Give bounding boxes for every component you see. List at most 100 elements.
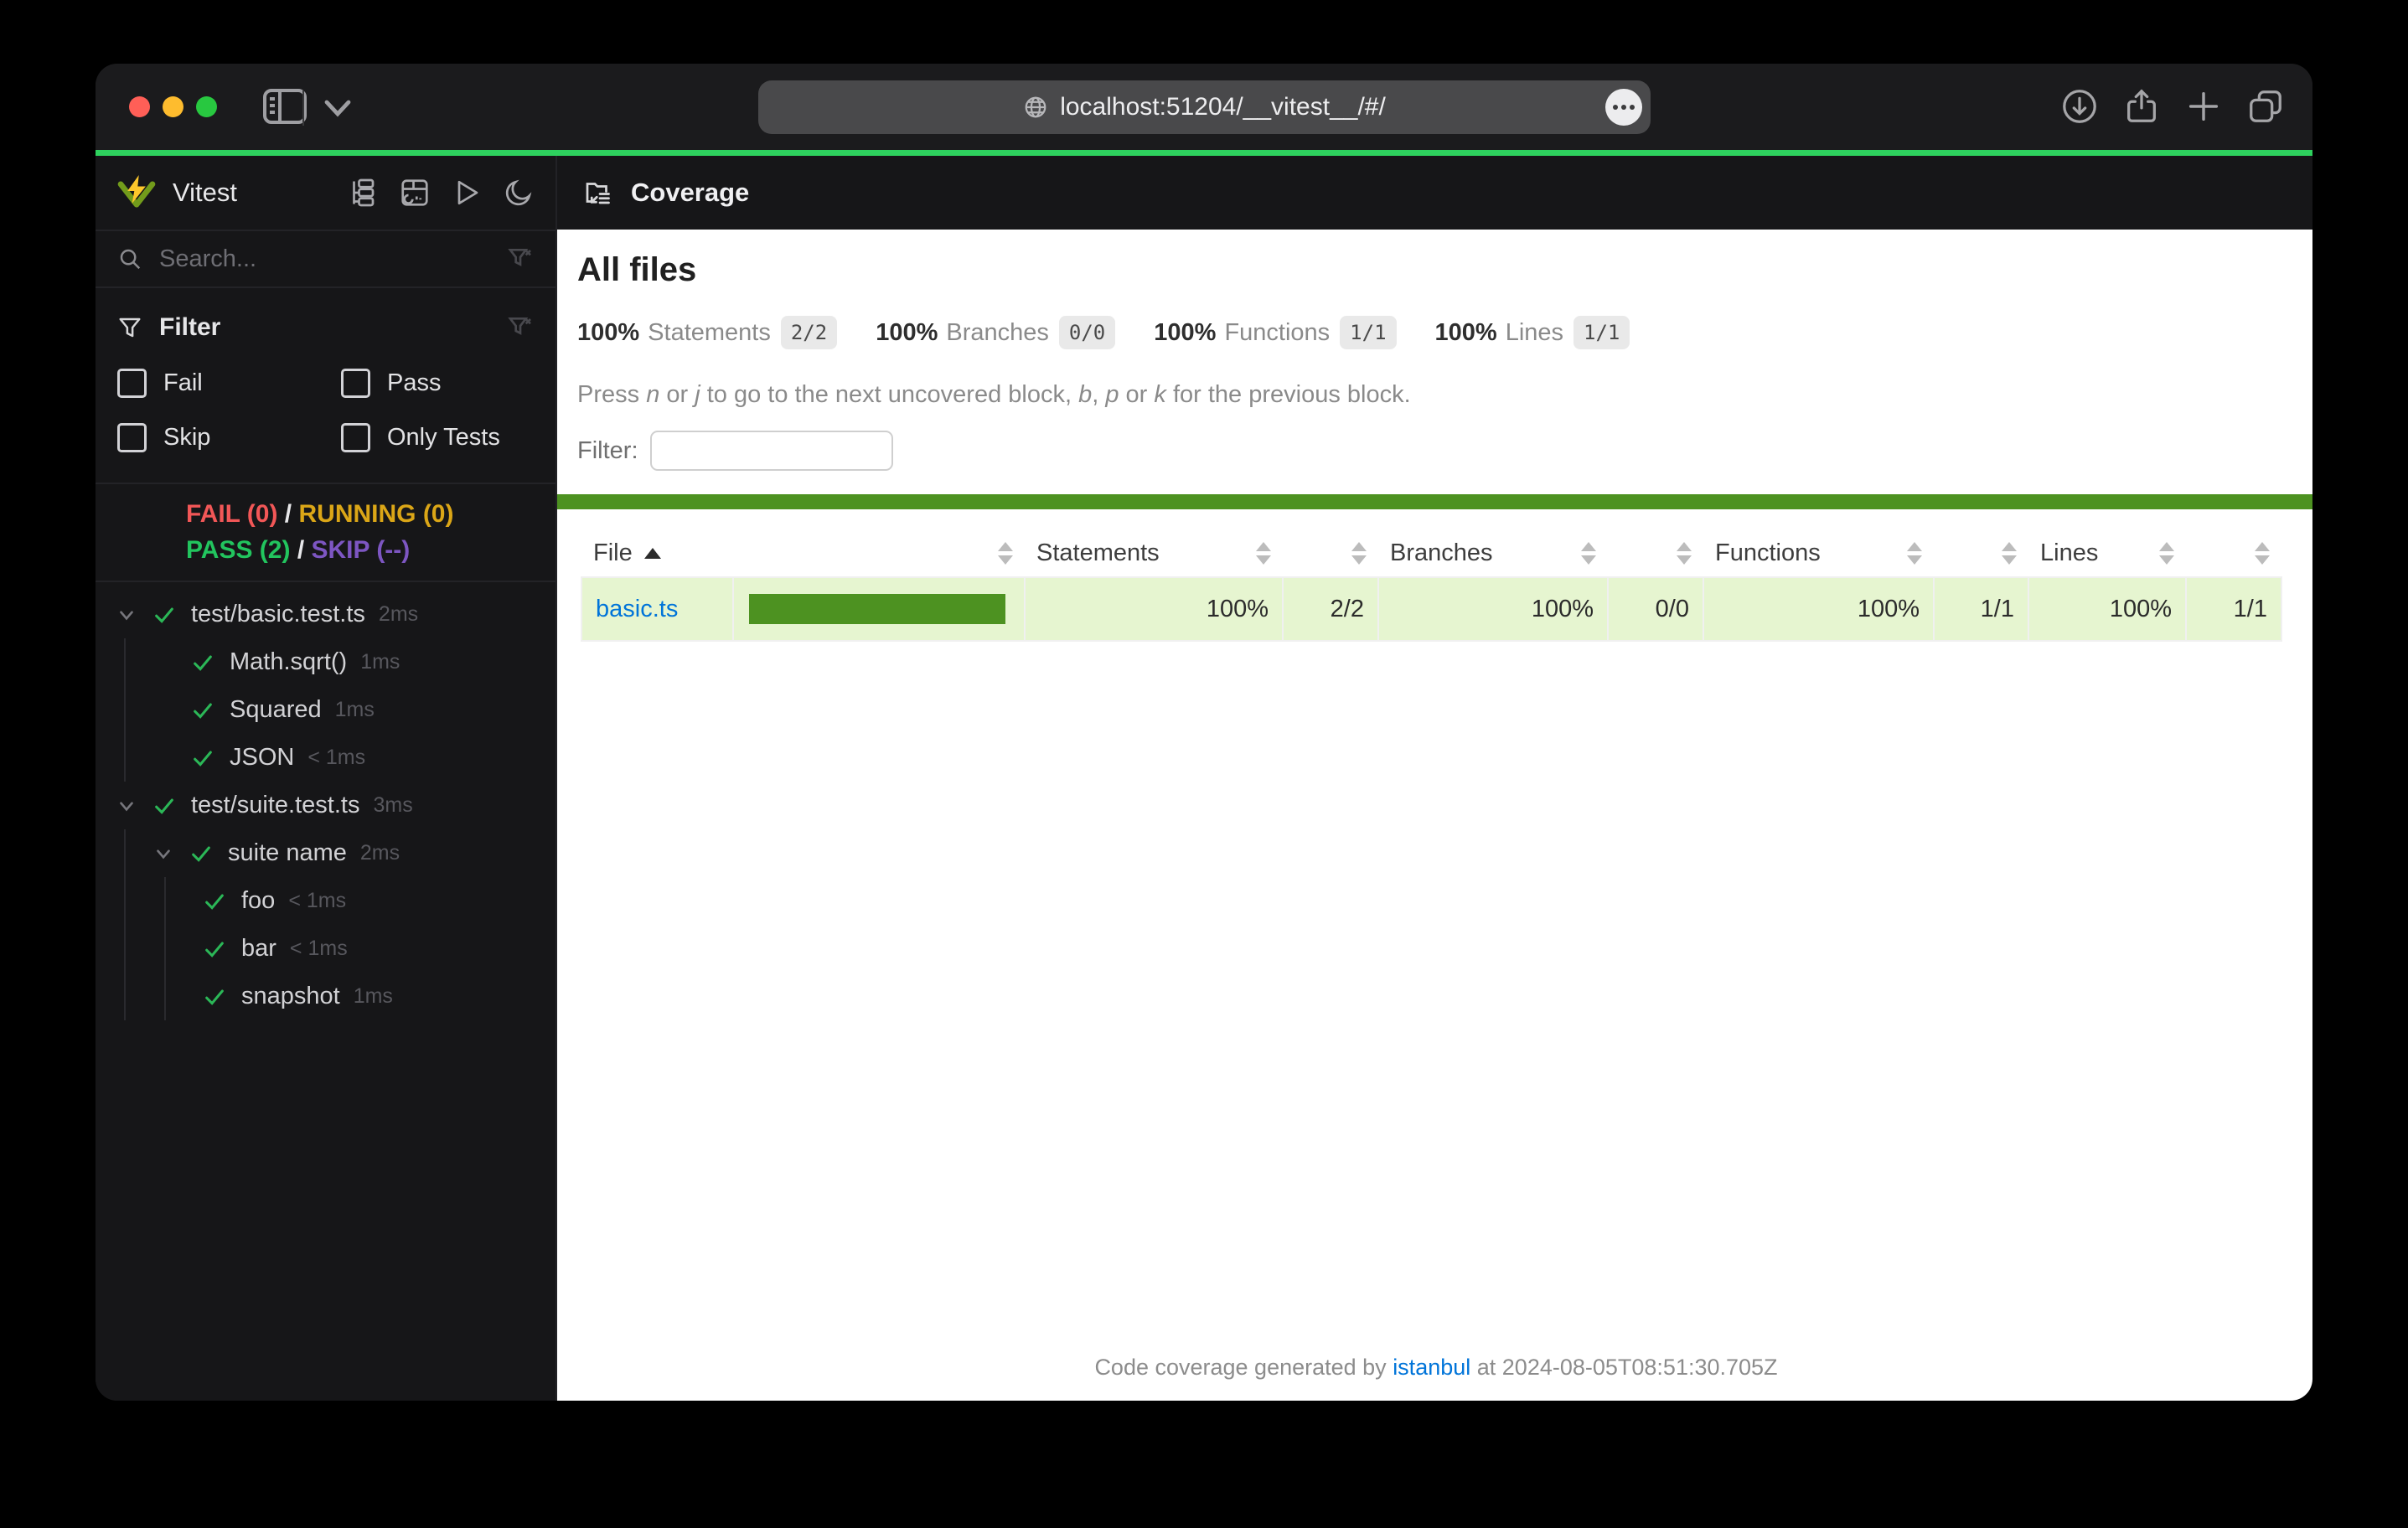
column-lines[interactable]: Lines <box>2028 529 2186 577</box>
clear-search-filter-icon[interactable] <box>507 245 534 272</box>
address-bar[interactable]: localhost:51204/__vitest__/#/ <box>758 80 1651 134</box>
coverage-table: File Statements Branches Functions Lines… <box>581 529 2282 642</box>
test-row[interactable]: foo < 1ms <box>166 877 555 925</box>
page-settings-button[interactable] <box>1605 89 1642 126</box>
sort-icon[interactable] <box>2159 541 2174 565</box>
zoom-window-button[interactable] <box>196 96 217 117</box>
test-row[interactable]: Math.sqrt() 1ms <box>126 638 555 686</box>
pass-check-icon <box>191 699 214 722</box>
statements-pct-cell: 100% <box>1024 576 1284 642</box>
chevron-down-icon[interactable] <box>152 843 174 865</box>
coverage-filter-input[interactable] <box>649 431 893 471</box>
checkbox-only-tests[interactable]: Only Tests <box>341 423 534 452</box>
stat-fraction-badge: 2/2 <box>780 316 838 349</box>
pass-check-icon <box>203 890 226 913</box>
dark-mode-icon[interactable] <box>504 178 534 208</box>
page-accent-line <box>96 150 2312 156</box>
pass-check-icon <box>152 603 176 627</box>
sort-icon[interactable] <box>2002 541 2017 565</box>
test-duration: 3ms <box>373 793 413 818</box>
dashboard-icon[interactable] <box>400 178 430 208</box>
coverage-report-icon <box>582 178 612 208</box>
chevron-down-icon[interactable] <box>116 795 137 817</box>
test-row[interactable]: JSON < 1ms <box>126 734 555 782</box>
stat-functions: 100% Functions 1/1 <box>1154 316 1397 349</box>
downloads-icon[interactable] <box>2060 87 2099 126</box>
coverage-bar <box>749 594 1005 624</box>
minimize-window-button[interactable] <box>163 96 183 117</box>
run-all-icon[interactable] <box>452 178 482 208</box>
sidebar-toggle-icon[interactable] <box>261 84 308 129</box>
column-functions[interactable]: Functions <box>1703 529 1934 577</box>
search-input[interactable] <box>158 244 492 274</box>
test-row[interactable]: bar < 1ms <box>166 925 555 973</box>
stat-statements: 100% Statements 2/2 <box>577 316 838 349</box>
test-row[interactable]: snapshot 1ms <box>166 973 555 1020</box>
file-link[interactable]: basic.ts <box>596 596 678 622</box>
test-duration: 1ms <box>334 698 375 722</box>
coverage-stats: 100% Statements 2/2 100% Branches 0/0 10… <box>577 316 2281 349</box>
test-duration: < 1ms <box>289 937 348 961</box>
stat-lines: 100% Lines 1/1 <box>1435 316 1630 349</box>
stat-fraction-badge: 1/1 <box>1573 316 1630 349</box>
sort-icon[interactable] <box>1581 541 1596 565</box>
sort-icon[interactable] <box>1677 541 1692 565</box>
test-row[interactable]: Squared 1ms <box>126 686 555 734</box>
chevron-down-icon[interactable] <box>116 604 137 626</box>
pass-count: PASS (2) <box>186 535 291 564</box>
vitest-logo <box>117 175 156 210</box>
checkbox-pass[interactable]: Pass <box>341 369 534 398</box>
new-tab-icon[interactable] <box>2184 87 2223 126</box>
filter-label: Filter: <box>577 436 638 464</box>
istanbul-link[interactable]: istanbul <box>1393 1355 1470 1380</box>
test-duration: 1ms <box>353 984 393 1009</box>
functions-frac-cell: 1/1 <box>1933 576 2029 642</box>
sort-icon[interactable] <box>2255 541 2270 565</box>
lines-frac-cell: 1/1 <box>2185 576 2282 642</box>
sort-icon[interactable] <box>998 541 1013 565</box>
test-tree: test/basic.test.ts 2ms Math.sqrt() 1ms S… <box>96 582 555 1021</box>
clear-filters-icon[interactable] <box>507 314 534 341</box>
checkbox-skip[interactable]: Skip <box>117 423 341 452</box>
checkbox-skip-box[interactable] <box>117 423 147 452</box>
checkbox-only-tests-box[interactable] <box>341 423 370 452</box>
coverage-header-title: Coverage <box>631 178 750 207</box>
tab-overview-icon[interactable] <box>2246 87 2285 126</box>
checkbox-fail[interactable]: Fail <box>117 369 341 398</box>
sort-icon[interactable] <box>1351 541 1367 565</box>
close-window-button[interactable] <box>129 96 150 117</box>
file-cell: basic.ts <box>581 576 734 642</box>
stat-fraction-badge: 0/0 <box>1058 316 1116 349</box>
sort-ascending-icon <box>643 547 661 559</box>
column-file[interactable]: File <box>581 529 733 577</box>
coverage-panel: Coverage All files 100% Statements 2/2 1… <box>557 156 2312 1401</box>
search-icon <box>117 246 142 271</box>
filter-icon <box>117 315 142 340</box>
test-duration: 2ms <box>359 841 400 865</box>
coverage-bar-cell <box>732 576 1026 642</box>
sort-icon[interactable] <box>1907 541 1922 565</box>
sort-icon[interactable] <box>1256 541 1271 565</box>
checkbox-pass-box[interactable] <box>341 369 370 398</box>
chevron-down-icon[interactable] <box>323 99 352 117</box>
test-file-row[interactable]: test/suite.test.ts 3ms <box>96 782 555 829</box>
fail-count: FAIL (0) <box>186 500 278 528</box>
tree-view-icon[interactable] <box>348 178 378 208</box>
column-statements[interactable]: Statements <box>1025 529 1283 577</box>
stat-branches: 100% Branches 0/0 <box>876 316 1116 349</box>
keyboard-hint: Press n or j to go to the next uncovered… <box>577 381 1411 408</box>
share-icon[interactable] <box>2122 87 2161 126</box>
branches-pct-cell: 100% <box>1377 576 1609 642</box>
test-file-row[interactable]: test/basic.test.ts 2ms <box>96 591 555 638</box>
browser-window: localhost:51204/__vitest__/#/ Vitest Sea… <box>96 64 2312 1401</box>
traffic-lights <box>129 96 217 117</box>
coverage-status-line <box>557 494 2312 509</box>
column-branches[interactable]: Branches <box>1378 529 1608 577</box>
test-duration: < 1ms <box>307 746 366 770</box>
table-row: basic.ts 100% 2/2 100% 0/0 100% 1/1 100%… <box>581 576 2282 642</box>
suite-row[interactable]: suite name 2ms <box>126 829 555 877</box>
checkbox-fail-box[interactable] <box>117 369 147 398</box>
globe-icon <box>1023 95 1048 120</box>
pass-check-icon <box>203 985 226 1009</box>
report-footer: Code coverage generated by istanbul at 2… <box>1094 1355 1778 1380</box>
